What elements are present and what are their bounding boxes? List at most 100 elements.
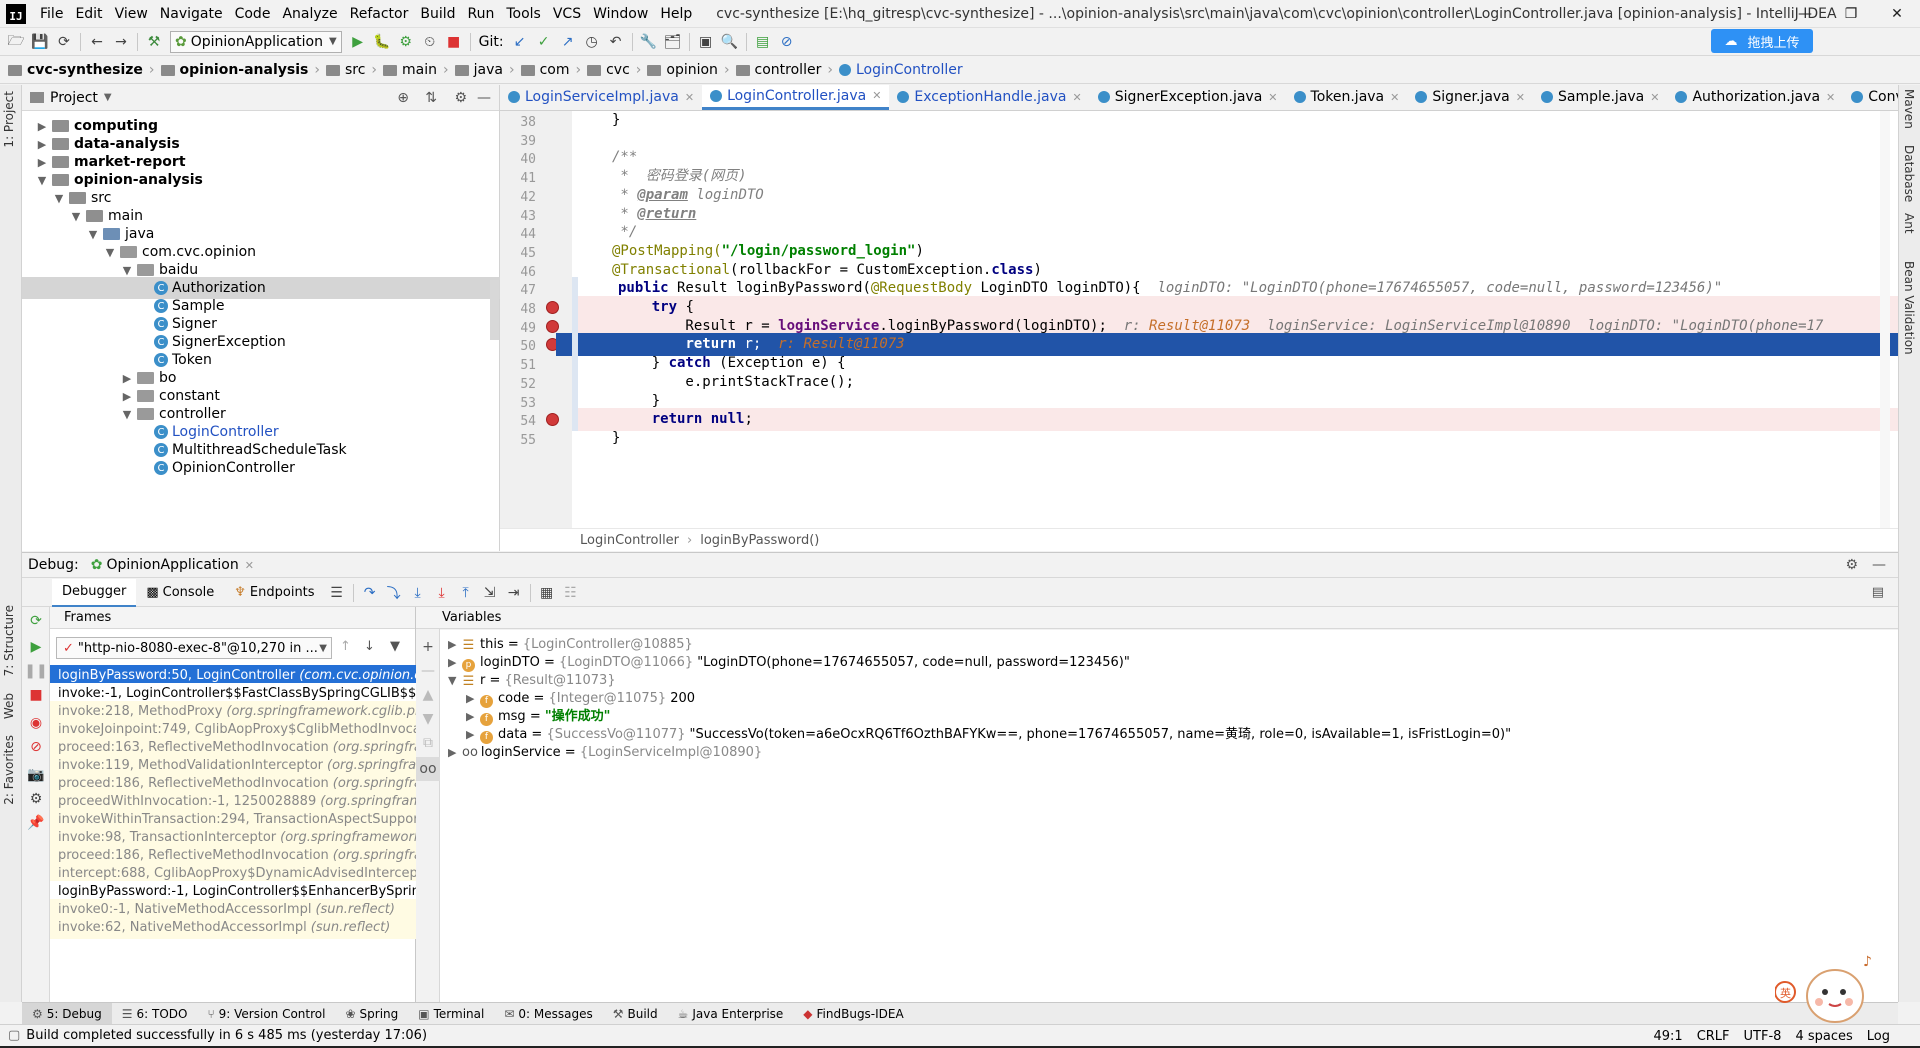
trace-stream-icon[interactable]: ☷	[559, 581, 583, 605]
pause-icon[interactable]: ❚❚	[24, 659, 48, 683]
chevron-down-icon[interactable]: ▼	[85, 228, 101, 241]
indent-setting[interactable]: 4 spaces	[1795, 1029, 1852, 1044]
menu-item-help[interactable]: Help	[654, 0, 698, 28]
chevron-down-icon[interactable]: ▼	[102, 246, 118, 259]
git-update-icon[interactable]: ↙	[508, 30, 532, 54]
git-commit-icon[interactable]: ✓	[532, 30, 556, 54]
breadcrumb-item[interactable]: opinion-analysis	[160, 62, 308, 78]
editor-tab[interactable]: ConverterConfig.java✕	[1843, 85, 1898, 110]
close-icon[interactable]: ✕	[1268, 91, 1277, 104]
ant-tool-tab[interactable]: Ant	[1902, 213, 1916, 234]
menu-item-tools[interactable]: Tools	[500, 0, 547, 28]
tool-tab-spring[interactable]: ❀ Spring	[335, 1003, 408, 1025]
rerun-icon[interactable]: ⟳	[24, 609, 48, 633]
editor-tab[interactable]: Sample.java ✕	[1533, 85, 1668, 110]
back-icon[interactable]: ←	[85, 30, 109, 54]
tab-endpoints[interactable]: ♆ Endpoints	[224, 579, 324, 607]
chevron-down-icon[interactable]: ▼	[51, 192, 67, 205]
menu-item-refactor[interactable]: Refactor	[344, 0, 415, 28]
menu-item-edit[interactable]: Edit	[69, 0, 108, 28]
breadcrumb-item[interactable]: main	[383, 62, 437, 78]
web-tool-tab[interactable]: Web	[2, 693, 16, 719]
tab-console[interactable]: ▩ Console	[136, 579, 224, 607]
tool-tab-terminal[interactable]: ▣ Terminal	[408, 1003, 494, 1025]
code-line[interactable]: }	[572, 427, 1898, 450]
chevron-down-icon[interactable]: ▼	[119, 264, 135, 277]
copy-icon[interactable]: ⧉	[416, 731, 440, 755]
breadcrumb-item[interactable]: com	[520, 62, 569, 78]
settings-wrench-icon[interactable]: 🔧	[637, 30, 661, 54]
save-icon[interactable]: 💾	[28, 30, 52, 54]
filter-icon[interactable]: ▼	[390, 639, 400, 654]
editor-scrollbar[interactable]	[1880, 111, 1890, 528]
code-editor[interactable]: 38 39 40 41 42 43 44 45 46 47 48 49 50 51 52 53 54 55 } /*…	[500, 111, 1898, 528]
layout-icon[interactable]: ▤	[1872, 585, 1884, 600]
editor-tab[interactable]: Signer.java ✕	[1407, 85, 1533, 110]
tree-scrollbar[interactable]	[490, 280, 499, 340]
chevron-right-icon[interactable]: ▶	[448, 742, 462, 764]
close-icon[interactable]: ✕	[1826, 91, 1835, 104]
disable-icon[interactable]: ⊘	[775, 30, 799, 54]
watches-icon[interactable]: oo	[416, 757, 440, 781]
editor-tab[interactable]: ExceptionHandle.java ✕	[889, 85, 1089, 110]
show-execution-point-icon[interactable]: ↷	[358, 581, 382, 605]
run-to-cursor-icon[interactable]: ⇥	[502, 581, 526, 605]
close-icon[interactable]: ✕	[245, 559, 254, 572]
hide-icon[interactable]: —	[1872, 557, 1886, 573]
chevron-right-icon[interactable]: ▶	[119, 372, 135, 385]
variable-row[interactable]: ▶ oo loginService = {LoginServiceImpl@1089…	[448, 742, 762, 764]
menu-item-vcs[interactable]: VCS	[547, 0, 587, 28]
editor-tab[interactable]: Token.java ✕	[1286, 85, 1408, 110]
breadcrumb-item[interactable]: cvc	[587, 62, 630, 78]
favorites-tool-tab[interactable]: 2: Favorites	[2, 735, 16, 805]
step-into-icon[interactable]: ⤓	[406, 581, 430, 605]
editor-tab[interactable]: LoginServiceImpl.java ✕	[500, 85, 702, 110]
chevron-down-icon[interactable]: ▼	[34, 174, 50, 187]
menu-item-file[interactable]: File	[34, 0, 69, 28]
menu-item-build[interactable]: Build	[414, 0, 461, 28]
tool-tab-java-enterprise[interactable]: ☕ Java Enterprise	[668, 1003, 794, 1025]
forward-icon[interactable]: →	[109, 30, 133, 54]
maven-tool-tab[interactable]: Maven	[1902, 89, 1916, 129]
chevron-right-icon[interactable]: ▶	[34, 120, 50, 133]
tool-tab-build[interactable]: ⚒ Build	[603, 1003, 668, 1025]
arrow-up-icon[interactable]: ↑	[340, 639, 351, 654]
move-down-icon[interactable]: ▼	[416, 707, 440, 731]
chevron-down-icon[interactable]: ▼	[448, 670, 462, 692]
mute-breakpoints-icon[interactable]: ⊘	[24, 735, 48, 759]
evaluate-expression-icon[interactable]: ▦	[535, 581, 559, 605]
debug-config-tab[interactable]: OpinionApplication	[107, 557, 239, 573]
locate-icon[interactable]: ⊕	[397, 90, 409, 106]
minimize-icon[interactable]: —	[1782, 0, 1828, 28]
maximize-icon[interactable]: ❐	[1828, 0, 1874, 28]
open-folder-icon[interactable]: 🗁	[4, 30, 28, 54]
menu-item-code[interactable]: Code	[229, 0, 277, 28]
editor-tab[interactable]: SignerException.java ✕	[1090, 85, 1286, 110]
drop-frame-icon[interactable]: ⇲	[478, 581, 502, 605]
build-hammer-icon[interactable]: ⚒	[142, 30, 166, 54]
remove-watch-icon[interactable]: —	[416, 659, 440, 683]
chevron-right-icon[interactable]: ▶	[34, 138, 50, 151]
project-panel-title[interactable]: Project	[50, 90, 98, 106]
breadcrumb-item[interactable]: LoginController	[838, 62, 963, 78]
add-watch-icon[interactable]: +	[416, 635, 440, 659]
menu-item-view[interactable]: View	[109, 0, 154, 28]
close-icon[interactable]: ✕	[1516, 91, 1525, 104]
pin-icon[interactable]: 📌	[24, 811, 48, 835]
menu-lines-icon[interactable]: ☰	[325, 581, 349, 605]
close-icon[interactable]: ✕	[872, 89, 881, 102]
editor-tab[interactable]: Authorization.java ✕	[1667, 85, 1843, 110]
tab-debugger[interactable]: Debugger	[52, 578, 137, 607]
move-up-icon[interactable]: ▲	[416, 683, 440, 707]
menu-item-run[interactable]: Run	[462, 0, 501, 28]
tool-tab-messages[interactable]: ✉ 0: Messages	[494, 1003, 602, 1025]
menu-item-window[interactable]: Window	[587, 0, 654, 28]
menu-item-analyze[interactable]: Analyze	[276, 0, 343, 28]
close-icon[interactable]: ✕	[1650, 91, 1659, 104]
collapse-all-icon[interactable]: ⇅	[425, 90, 437, 106]
close-icon[interactable]: ✕	[685, 91, 694, 104]
status-message[interactable]: Build completed successfully in 6 s 485 …	[26, 1028, 427, 1043]
upload-button[interactable]: ☁ 拖拽上传	[1711, 29, 1813, 53]
ime-mascot-icon[interactable]: 英 ♪	[1774, 946, 1895, 1026]
database-tool-tab[interactable]: Database	[1902, 145, 1916, 202]
